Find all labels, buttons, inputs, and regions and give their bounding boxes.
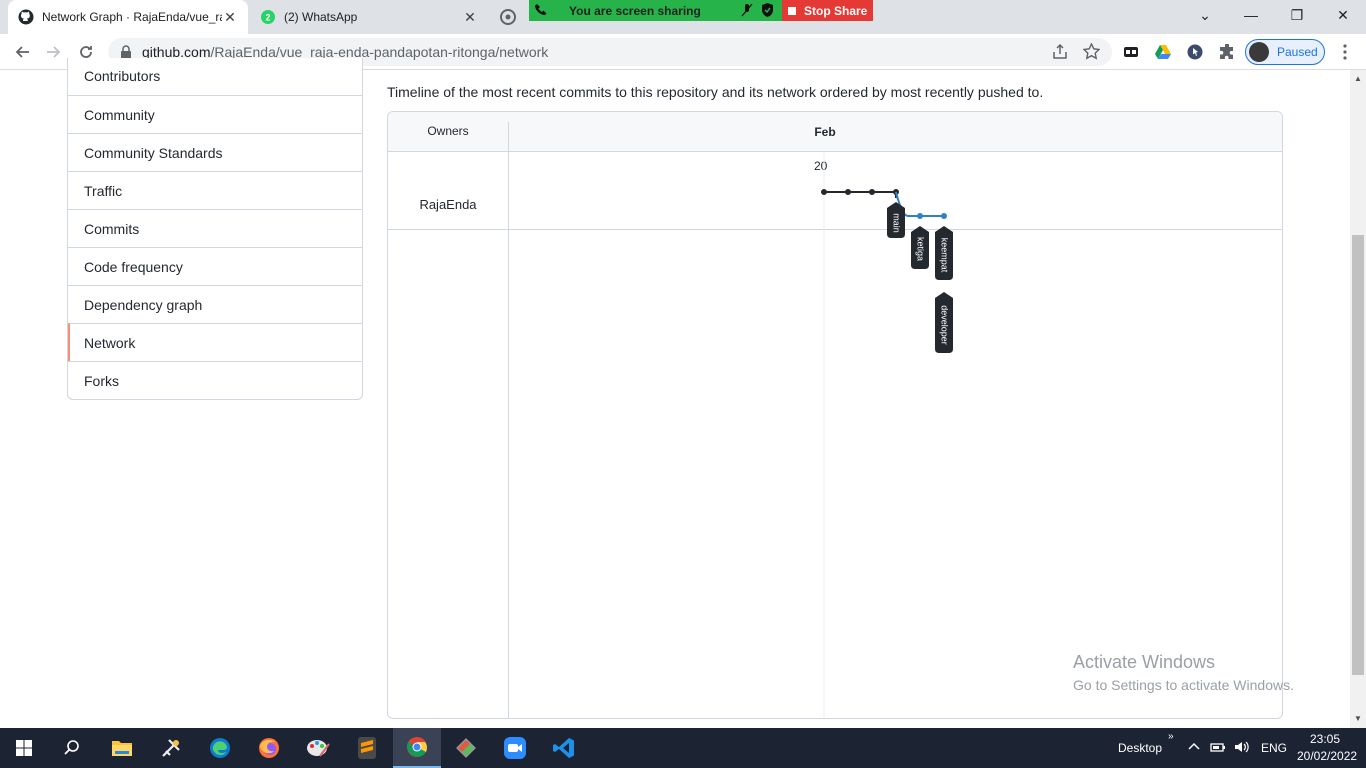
- scroll-down-icon[interactable]: ▼: [1354, 714, 1362, 723]
- google-drive-icon[interactable]: [1154, 43, 1172, 61]
- minimize-button[interactable]: —: [1228, 0, 1274, 30]
- avatar: [1249, 42, 1269, 62]
- sidebar-item-label: Forks: [84, 372, 119, 389]
- branch-label-ketiga[interactable]: ketiga: [911, 226, 929, 269]
- scrollbar-thumb[interactable]: [1352, 235, 1364, 675]
- git-icon[interactable]: [442, 728, 490, 768]
- sidebar-item-label: Commits: [84, 220, 140, 237]
- sidebar-item-community-standards[interactable]: Community Standards: [68, 133, 362, 171]
- share-icon[interactable]: [1052, 43, 1068, 63]
- windows-start-icon[interactable]: [0, 728, 48, 768]
- paint-icon[interactable]: [294, 728, 342, 768]
- branch-label-text: developer: [940, 305, 950, 345]
- tool-icon[interactable]: [147, 728, 195, 768]
- sidebar-item-forks[interactable]: Forks: [68, 361, 362, 399]
- sidebar-item-label: Dependency graph: [84, 296, 203, 313]
- phone-icon: [529, 3, 569, 18]
- battery-network-icon[interactable]: [1210, 741, 1226, 756]
- chevron-up-icon[interactable]: [1188, 740, 1200, 754]
- extension-icon[interactable]: [1122, 43, 1140, 61]
- restore-button[interactable]: ❐: [1274, 0, 1320, 30]
- tab-other[interactable]: N: [490, 0, 530, 34]
- sidebar-item-label: Traffic: [84, 182, 123, 199]
- close-window-button[interactable]: ✕: [1320, 0, 1366, 30]
- browser-menu-icon[interactable]: [1336, 43, 1354, 61]
- speaker-icon[interactable]: [1234, 740, 1250, 757]
- branch-label-keempat[interactable]: keempat: [935, 226, 953, 280]
- firefox-icon[interactable]: [245, 728, 293, 768]
- sidebar-item-commits[interactable]: Commits: [68, 209, 362, 247]
- commit-dot: [845, 189, 851, 195]
- search-icon[interactable]: [48, 728, 96, 768]
- zoom-icon[interactable]: [491, 728, 539, 768]
- language-indicator[interactable]: ENG: [1261, 741, 1287, 755]
- sidebar-item-label: Contributors: [84, 67, 161, 84]
- branch-label-main[interactable]: main: [887, 202, 905, 238]
- clock-date[interactable]: 20/02/2022: [1297, 749, 1357, 763]
- chrome-icon: [500, 9, 516, 25]
- activate-windows-subtitle: Go to Settings to activate Windows.: [1073, 677, 1294, 693]
- tab-title: Network Graph · RajaEnda/vue_ra: [42, 10, 222, 24]
- sidebar-item-code-frequency[interactable]: Code frequency: [68, 247, 362, 285]
- sidebar-item-label: Network: [84, 334, 136, 351]
- commit-dot: [941, 213, 947, 219]
- branch-label-text: ketiga: [916, 237, 926, 261]
- vscode-icon[interactable]: [540, 728, 588, 768]
- browser-titlebar: Network Graph · RajaEnda/vue_ra ✕ 2 (2) …: [0, 0, 1366, 34]
- cursor-extension-icon[interactable]: [1186, 43, 1204, 61]
- sidebar-item-label: Code frequency: [84, 258, 183, 275]
- shield-icon[interactable]: [761, 3, 774, 20]
- screen-share-banner: You are screen sharing: [529, 0, 782, 21]
- insights-sidebar: Contributors Community Community Standar…: [67, 58, 363, 400]
- stop-share-label: Stop Share: [804, 3, 868, 18]
- profile-button[interactable]: Paused: [1245, 39, 1325, 65]
- svg-text:2: 2: [265, 13, 270, 23]
- stop-icon: [788, 6, 796, 15]
- mic-muted-icon[interactable]: [741, 3, 753, 20]
- activate-windows-title: Activate Windows: [1073, 652, 1216, 672]
- sidebar-item-community[interactable]: Community: [68, 95, 362, 133]
- windows-taskbar: Desktop » ENG 23:05 20/02/2022: [0, 728, 1366, 768]
- branch-label-text: keempat: [940, 238, 950, 273]
- stop-share-button[interactable]: Stop Share: [782, 0, 873, 21]
- back-button[interactable]: [12, 42, 32, 62]
- sidebar-item-contributors[interactable]: Contributors: [68, 58, 362, 95]
- edge-icon[interactable]: [196, 728, 244, 768]
- close-icon[interactable]: ✕: [462, 9, 478, 26]
- sidebar-item-network[interactable]: Network: [68, 323, 362, 361]
- screen-share-text: You are screen sharing: [569, 3, 701, 18]
- file-explorer-icon[interactable]: [98, 728, 146, 768]
- sublime-icon[interactable]: [343, 728, 391, 768]
- chevron-double-icon[interactable]: »: [1168, 731, 1174, 742]
- sidebar-item-dependency-graph[interactable]: Dependency graph: [68, 285, 362, 323]
- clock-time[interactable]: 23:05: [1310, 732, 1340, 746]
- sidebar-item-traffic[interactable]: Traffic: [68, 171, 362, 209]
- branch-label-developer[interactable]: developer: [935, 292, 953, 353]
- bookmark-star-icon[interactable]: [1082, 42, 1101, 63]
- profile-status: Paused: [1277, 45, 1318, 59]
- tab-search-icon[interactable]: ⌄: [1182, 0, 1228, 30]
- sidebar-item-label: Community: [84, 106, 155, 123]
- puzzle-extensions-icon[interactable]: [1218, 43, 1236, 61]
- github-icon: [18, 9, 34, 25]
- network-graph[interactable]: Owners Feb RajaEnda 20 main ketiga keemp…: [387, 111, 1283, 719]
- whatsapp-icon: 2: [260, 9, 276, 25]
- network-description: Timeline of the most recent commits to t…: [387, 84, 1044, 100]
- tab-network-graph[interactable]: Network Graph · RajaEnda/vue_ra ✕: [8, 0, 248, 34]
- commit-dot: [869, 189, 875, 195]
- chrome-icon[interactable]: [393, 728, 441, 768]
- tab-whatsapp[interactable]: 2 (2) WhatsApp ✕: [250, 0, 488, 34]
- close-icon[interactable]: ✕: [222, 9, 238, 26]
- scroll-up-icon[interactable]: ▲: [1354, 74, 1362, 83]
- commit-graph-canvas[interactable]: main ketiga keempat developer: [388, 112, 1282, 718]
- desktop-toolbar-label[interactable]: Desktop: [1118, 741, 1162, 755]
- page-scrollbar[interactable]: ▲ ▼: [1350, 70, 1366, 728]
- tab-title: (2) WhatsApp: [284, 10, 358, 24]
- commit-dot: [917, 213, 923, 219]
- commit-dot: [821, 189, 827, 195]
- sidebar-item-label: Community Standards: [84, 144, 223, 161]
- branch-label-text: main: [892, 213, 902, 233]
- forward-button[interactable]: [44, 42, 64, 62]
